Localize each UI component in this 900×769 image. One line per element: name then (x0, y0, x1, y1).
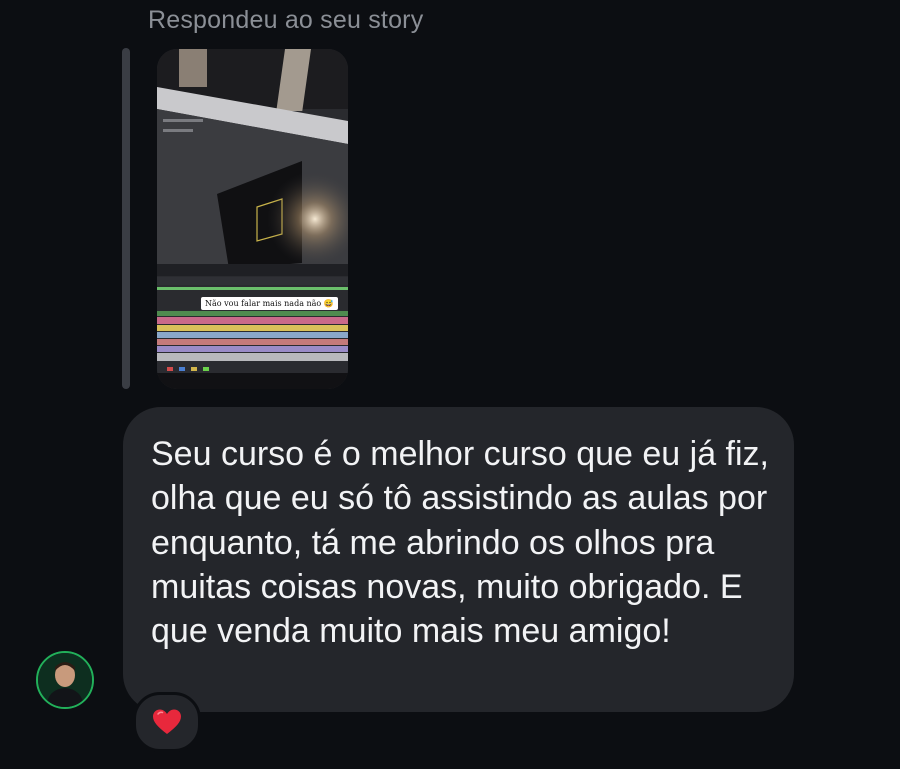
avatar[interactable] (36, 651, 94, 709)
quote-indicator (122, 48, 130, 389)
story-reply-label: Respondeu ao seu story (148, 6, 424, 34)
story-image (157, 49, 348, 389)
avatar-photo (38, 653, 92, 707)
reaction-badge[interactable] (133, 692, 201, 752)
story-thumbnail[interactable]: Não vou falar mais nada não 😅 (157, 49, 348, 389)
message-text: Seu curso é o melhor curso que eu já fiz… (151, 435, 769, 651)
story-caption: Não vou falar mais nada não 😅 (201, 297, 338, 310)
message-bubble[interactable]: Seu curso é o melhor curso que eu já fiz… (123, 407, 794, 712)
heart-icon (153, 709, 181, 734)
